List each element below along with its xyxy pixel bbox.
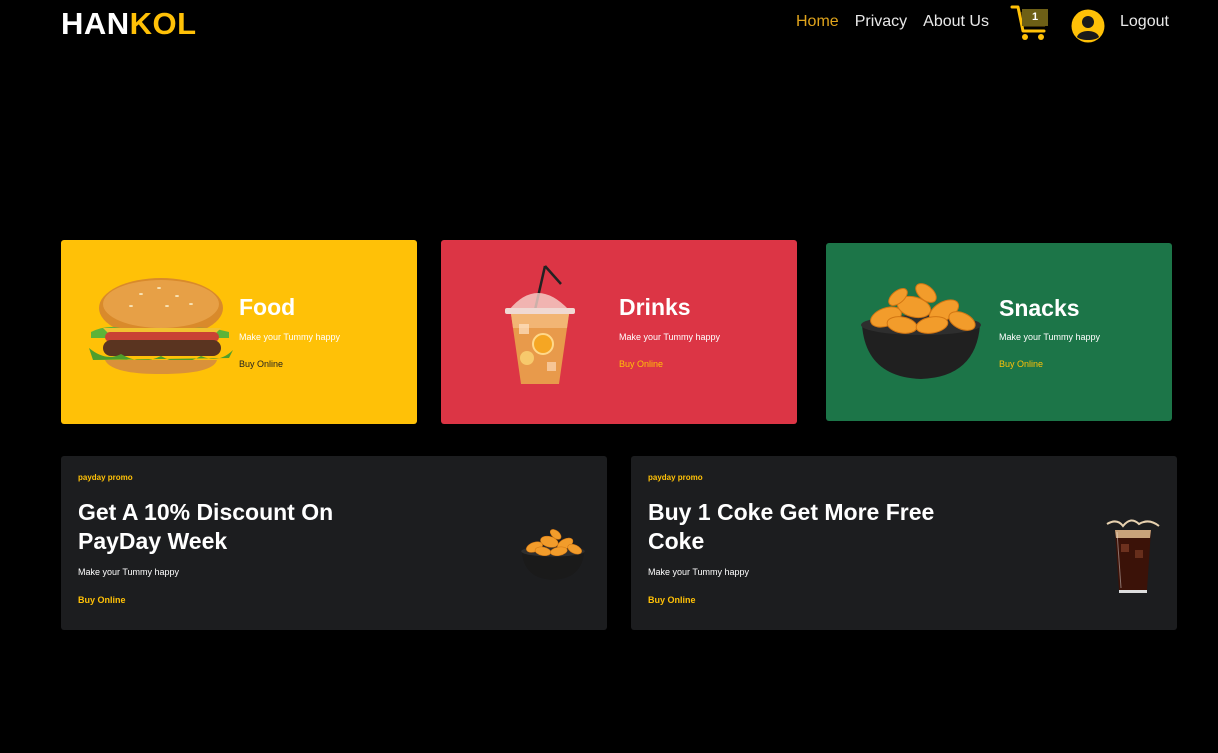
iced-tea-image [505, 265, 575, 384]
category-card-snacks[interactable]: Snacks Make your Tummy happy Buy Online [826, 243, 1172, 421]
promo-tag: payday promo [78, 473, 133, 482]
category-subtitle: Make your Tummy happy [999, 332, 1101, 342]
buy-online-link[interactable]: Buy Online [619, 359, 663, 369]
cart-button[interactable]: 1 [1010, 4, 1050, 42]
buy-online-link[interactable]: Buy Online [78, 595, 126, 605]
nav-privacy[interactable]: Privacy [855, 13, 907, 31]
category-card-drinks[interactable]: Drinks Make your Tummy happy Buy Online [441, 240, 797, 424]
chips-bowl-image [521, 529, 585, 580]
category-card-food[interactable]: Food Make your Tummy happy Buy Online [61, 240, 417, 424]
category-subtitle: Make your Tummy happy [239, 332, 341, 342]
category-subtitle: Make your Tummy happy [619, 332, 721, 342]
promo-card-coke[interactable]: payday promo Buy 1 Coke Get More Free Co… [631, 456, 1177, 630]
category-title: Snacks [999, 295, 1080, 321]
buy-online-link[interactable]: Buy Online [239, 359, 283, 369]
buy-online-link[interactable]: Buy Online [648, 595, 696, 605]
promo-subtitle: Make your Tummy happy [648, 567, 750, 577]
coke-glass-image [1106, 519, 1160, 593]
nav-about-us[interactable]: About Us [923, 13, 989, 31]
promo-tag: payday promo [648, 473, 703, 482]
category-title: Drinks [619, 294, 691, 320]
chips-bowl-image [861, 283, 981, 379]
promo-title: Buy 1 Coke Get More Free Coke [648, 499, 935, 554]
category-title: Food [239, 294, 296, 320]
promo-card-payday-discount[interactable]: payday promo Get A 10% Discount On PayDa… [61, 456, 607, 630]
logo-text-yellow: KOL [129, 6, 197, 41]
promo-title: Get A 10% Discount On PayDay Week [78, 499, 334, 554]
user-avatar-icon[interactable] [1071, 9, 1105, 43]
nav-home[interactable]: Home [796, 13, 839, 31]
main-nav: Home Privacy About Us [796, 13, 1005, 31]
burger-image [89, 278, 233, 374]
logo-text-white: HAN [61, 6, 130, 41]
cart-count-badge: 1 [1022, 9, 1048, 26]
promo-subtitle: Make your Tummy happy [78, 567, 180, 577]
logout-link[interactable]: Logout [1120, 13, 1169, 31]
brand-logo[interactable]: HANKOL [61, 6, 197, 42]
buy-online-link[interactable]: Buy Online [999, 359, 1043, 369]
